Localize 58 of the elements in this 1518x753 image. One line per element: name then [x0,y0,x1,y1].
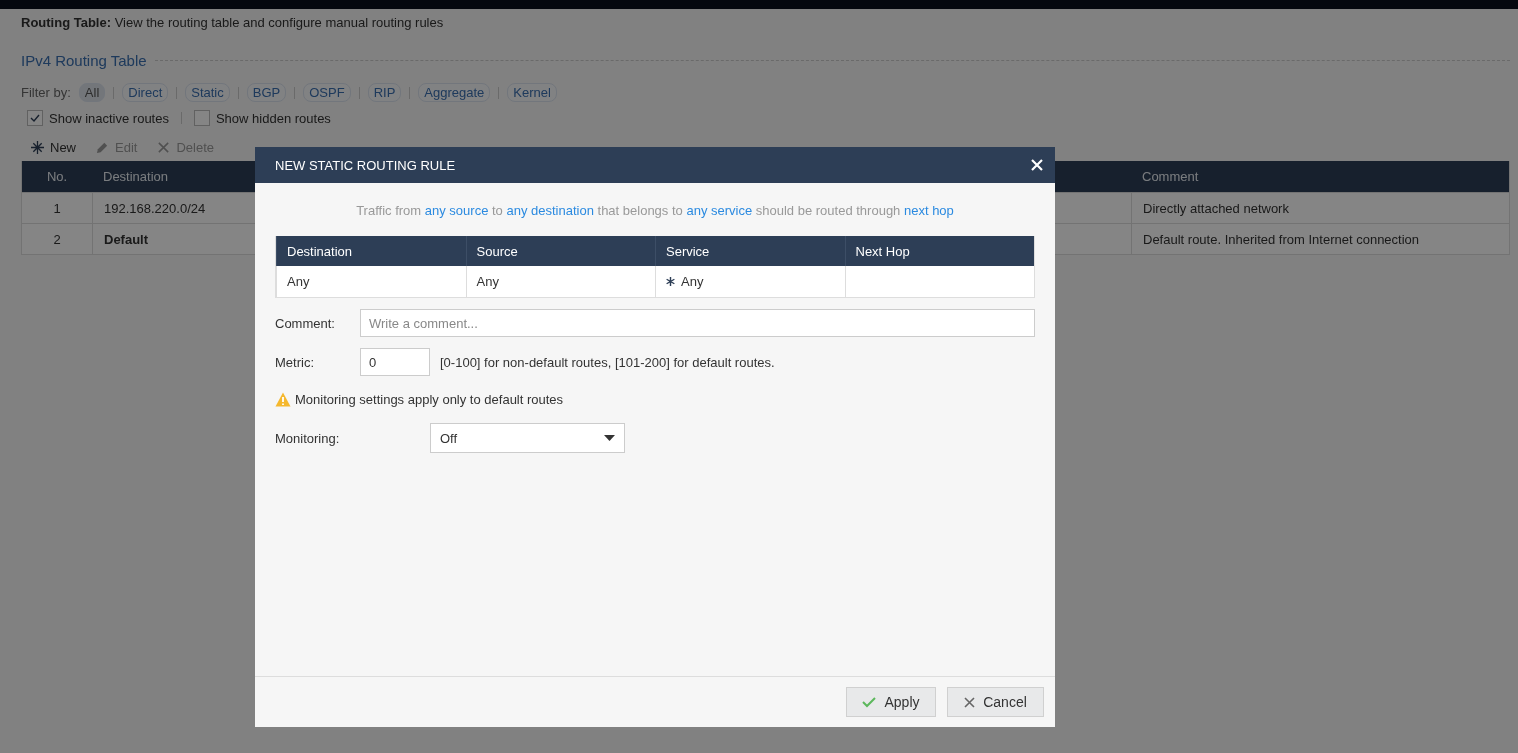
column-header: Next Hop [844,236,1034,266]
summary-link[interactable]: next hop [903,203,954,218]
field-label: Metric: [275,354,315,370]
summary-link[interactable]: any destination [506,203,594,218]
column-header: Source [465,236,655,266]
filter-chip[interactable]: Kernel [507,83,557,102]
table-cell: Default [92,223,242,254]
filter-label: Filter by: [21,85,71,100]
column-header: Destination [276,236,466,266]
toolbar-button[interactable]: New [31,140,76,155]
column-header: Service [655,236,845,266]
table-cell: Default route. Inherited from Internet connection [1131,223,1509,254]
checkbox[interactable] [27,110,43,126]
filter-chip[interactable]: OSPF [303,83,351,102]
dialog-title: NEW STATIC ROUTING RULE [275,157,456,173]
table-cell: Directly attached network [1131,192,1509,223]
column-header: Comment [1131,161,1509,192]
column-header: Destination [92,161,242,192]
table-cell[interactable] [844,266,1034,297]
metric-field[interactable]: 0 [360,348,430,376]
apply-button[interactable]: Apply [846,687,936,717]
field-label: Monitoring: [275,430,341,446]
section-title: IPv4 Routing Table [21,52,147,69]
field-label: Comment: [275,315,336,331]
monitoring-dropdown[interactable]: Off [430,423,625,453]
table-cell[interactable]: Any [655,266,845,297]
caret-icon [604,435,615,441]
checkbox-label: Show hidden routes [215,110,331,126]
page-heading: Routing Table: View the routing table and configure manual routing rules [21,15,445,30]
filter-chip[interactable]: Aggregate [418,83,491,102]
close-icon [964,696,976,708]
table-cell: 1 [22,192,92,223]
asterisk-icon [666,277,675,286]
filter-chip[interactable]: Direct [122,83,169,102]
table-cell[interactable]: Any [465,266,655,297]
metric-hint: [0-100] for non-default routes, [101-200] for default routes. [440,354,775,370]
close-icon [157,141,171,154]
table-cell: 192.168.220.0/24 [92,192,242,223]
rule-summary: Traffic from any source to any destination that belongs to any service should be routed through next hop [355,203,955,218]
checkbox-label: Show inactive routes [49,110,169,126]
filter-chip[interactable]: BGP [246,83,287,102]
checkbox[interactable] [193,110,210,126]
column-header: No. [22,161,92,192]
warning-text: Monitoring settings apply only to default routes [295,392,564,407]
summary-link[interactable]: any service [686,203,753,218]
cancel-button[interactable]: Cancel [947,687,1044,717]
summary-link[interactable]: any source [424,203,489,218]
table-cell: 2 [22,223,92,254]
comment-field[interactable]: Write a comment... [360,309,1035,337]
pencil-icon [96,141,109,154]
checkmark-icon [862,696,877,708]
sparkle-icon [31,141,44,154]
warning-icon [275,392,291,407]
table-cell[interactable]: Any [276,266,466,297]
filter-chip[interactable]: Static [185,83,230,102]
filter-chip[interactable]: RIP [367,83,402,102]
filter-chip[interactable]: All [78,83,106,102]
close-button[interactable] [1031,159,1043,171]
